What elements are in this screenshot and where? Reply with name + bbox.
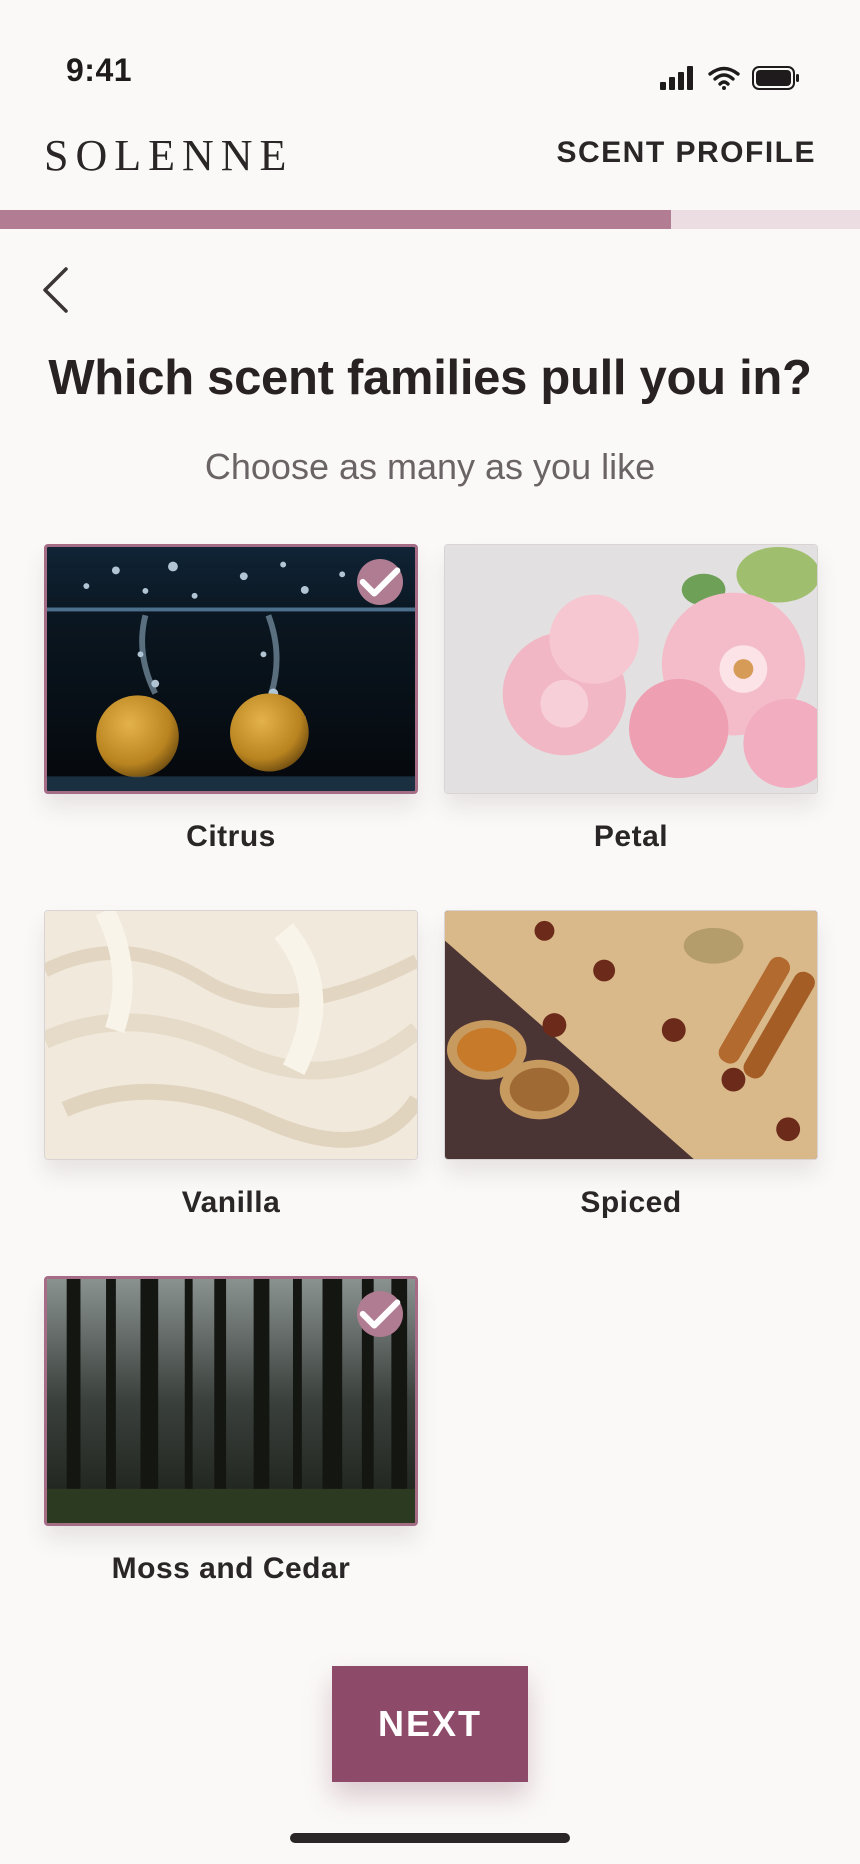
- cellular-signal-icon: [660, 66, 693, 90]
- progress-bar: [0, 210, 860, 229]
- option-label: Spiced: [580, 1186, 682, 1219]
- option-card-spiced[interactable]: Spiced: [444, 910, 818, 1220]
- option-card-citrus[interactable]: Citrus: [44, 544, 418, 854]
- petal-image: [444, 544, 818, 794]
- chevron-left-icon: [43, 267, 68, 313]
- selected-check-badge: [357, 559, 403, 605]
- section-label: SCENT PROFILE: [556, 136, 816, 169]
- spiced-image: [444, 910, 818, 1160]
- option-card-vanilla[interactable]: Vanilla: [44, 910, 418, 1220]
- option-label: Citrus: [186, 820, 276, 853]
- selected-check-badge: [357, 1291, 403, 1337]
- back-button[interactable]: [30, 260, 80, 320]
- status-icons: [660, 66, 800, 90]
- moss-and-cedar-image: [44, 1276, 418, 1526]
- home-indicator[interactable]: [290, 1833, 570, 1843]
- next-button[interactable]: NEXT: [332, 1666, 528, 1782]
- brand-logo: SOLENNE: [44, 131, 294, 180]
- status-bar: 9:41: [0, 0, 860, 110]
- option-label: Petal: [593, 820, 669, 853]
- progress-fill: [0, 210, 671, 229]
- status-time: 9:41: [66, 52, 133, 88]
- citrus-image: [44, 544, 418, 794]
- option-label: Vanilla: [181, 1186, 281, 1219]
- checkmark-icon: [359, 567, 401, 597]
- wifi-icon: [708, 66, 740, 90]
- checkmark-icon: [359, 1299, 401, 1329]
- option-card-moss-and-cedar[interactable]: Moss and Cedar: [44, 1276, 418, 1586]
- option-label: Moss and Cedar: [111, 1552, 351, 1585]
- app-header: SOLENNE SCENT PROFILE: [0, 118, 860, 208]
- option-card-petal[interactable]: Petal: [444, 544, 818, 854]
- vanilla-image: [44, 910, 418, 1160]
- question-subtitle: Choose as many as you like: [204, 446, 656, 487]
- battery-icon: [752, 66, 799, 90]
- question-title: Which scent families pull you in?: [48, 351, 812, 405]
